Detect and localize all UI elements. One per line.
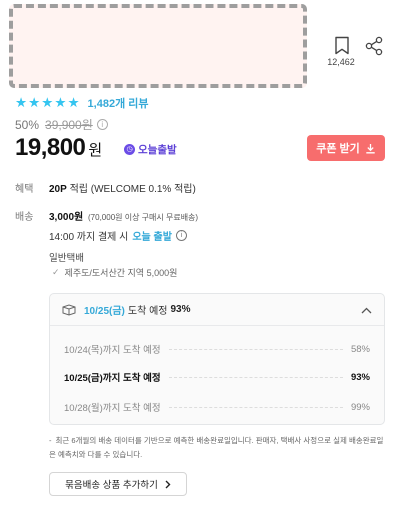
discount-row: 50% 39,900원 i	[15, 116, 108, 133]
benefit-points: 20P	[49, 184, 67, 195]
estimate-mid: 도착 예정	[127, 306, 168, 317]
notice-text: 최근 6개월의 배송 데이터를 기반으로 예측한 배송완료일입니다. 판매자, …	[49, 436, 384, 459]
review-count-link[interactable]: 1,482개 리뷰	[88, 95, 149, 111]
estimate-row-label: 10/24(목)까지 도착 예정	[64, 345, 161, 356]
coupon-button[interactable]: 쿠폰 받기	[307, 135, 385, 161]
bundle-label: 묶음배송 상품 추가하기	[65, 480, 158, 491]
delivery-estimate-header[interactable]: 10/25(금) 도착 예정 93%	[50, 294, 384, 326]
deadline-highlight: 오늘 출발	[132, 232, 172, 243]
dashed-divider	[168, 406, 343, 408]
coupon-label: 쿠폰 받기	[316, 143, 360, 155]
estimate-row-value: 58%	[350, 343, 370, 355]
dashed-divider	[168, 376, 343, 378]
box-icon	[62, 303, 76, 316]
shipping-type: 일반택배	[49, 253, 84, 264]
estimate-row: 10/28(월)까지 도착 예정 99%	[64, 400, 370, 415]
product-image-placeholder	[9, 4, 307, 88]
estimate-row: 10/24(목)까지 도착 예정 58%	[64, 342, 370, 357]
shipping-label: 배송	[15, 212, 34, 223]
shipping-condition: (70,000원 이상 구매시 무료배송)	[88, 213, 199, 222]
estimate-row-value: 93%	[350, 371, 370, 383]
star-icon: ★	[54, 95, 67, 110]
rating: ★ ★ ★ ★ ★ 1,482개 리뷰	[15, 95, 149, 111]
shipping-fee: 3,000원	[49, 212, 84, 223]
star-icon: ★	[15, 95, 28, 110]
clock-icon: ◷	[124, 144, 135, 155]
jeju-shipping-row: ✓ 제주도/도서산간 지역 5,000원	[52, 266, 177, 279]
original-price: 39,900원	[45, 118, 93, 132]
check-icon: ✓	[52, 267, 60, 277]
jeju-shipping-text: 제주도/도서산간 지역 5,000원	[64, 268, 178, 278]
estimate-row-value: 99%	[350, 401, 370, 413]
bundle-shipping-button[interactable]: 묶음배송 상품 추가하기	[49, 472, 187, 496]
benefit-label: 혜택	[15, 184, 34, 195]
estimate-percent: 93%	[170, 304, 191, 315]
deadline-text: 14:00 까지 결제 시	[49, 232, 129, 243]
delivery-notice: - 최근 6개월의 배송 데이터를 기반으로 예측한 배송완료일입니다. 판매자,…	[49, 434, 385, 462]
star-rating: ★ ★ ★ ★ ★	[15, 96, 80, 110]
shipping-deadline: 14:00 까지 결제 시 오늘 출발 i	[49, 228, 187, 243]
discount-rate: 50%	[15, 117, 40, 132]
shipping-fee-row: 3,000원 (70,000원 이상 구매시 무료배송)	[49, 208, 198, 223]
estimate-row-label: 10/25(금)까지 도착 예정	[64, 373, 161, 384]
benefit-desc: 적립 (WELCOME 0.1% 적립)	[66, 184, 196, 195]
star-icon: ★	[41, 95, 54, 110]
star-icon: ★	[28, 95, 41, 110]
benefit-value: 20P 적립 (WELCOME 0.1% 적립)	[49, 180, 196, 195]
sale-price: 19,800	[15, 134, 86, 161]
price-row: 19,800 원	[15, 134, 102, 162]
help-icon[interactable]: i	[175, 230, 187, 241]
today-shipping-badge: ◷ 오늘출발	[124, 142, 177, 157]
share-icon	[365, 36, 383, 56]
chevron-up-icon[interactable]	[361, 307, 372, 314]
estimate-row: 10/25(금)까지 도착 예정 93%	[64, 370, 370, 385]
download-icon	[366, 143, 375, 153]
estimate-date: 10/25(금)	[84, 306, 125, 317]
currency-label: 원	[88, 142, 103, 159]
delivery-estimate-panel: 10/25(금) 도착 예정 93% 10/24(목)까지 도착 예정 58% …	[49, 293, 385, 425]
today-shipping-label: 오늘출발	[138, 144, 177, 156]
bookmark-icon	[335, 36, 349, 55]
dashed-divider	[168, 348, 343, 350]
share-button[interactable]	[364, 36, 384, 61]
bullet: -	[49, 436, 52, 445]
chevron-right-icon	[165, 480, 171, 488]
star-icon: ★	[67, 95, 80, 110]
bookmark-button[interactable]	[330, 36, 354, 55]
info-icon[interactable]: i	[96, 119, 108, 130]
bookmark-count: 12,462	[327, 57, 355, 67]
estimate-row-label: 10/28(월)까지 도착 예정	[64, 403, 161, 414]
